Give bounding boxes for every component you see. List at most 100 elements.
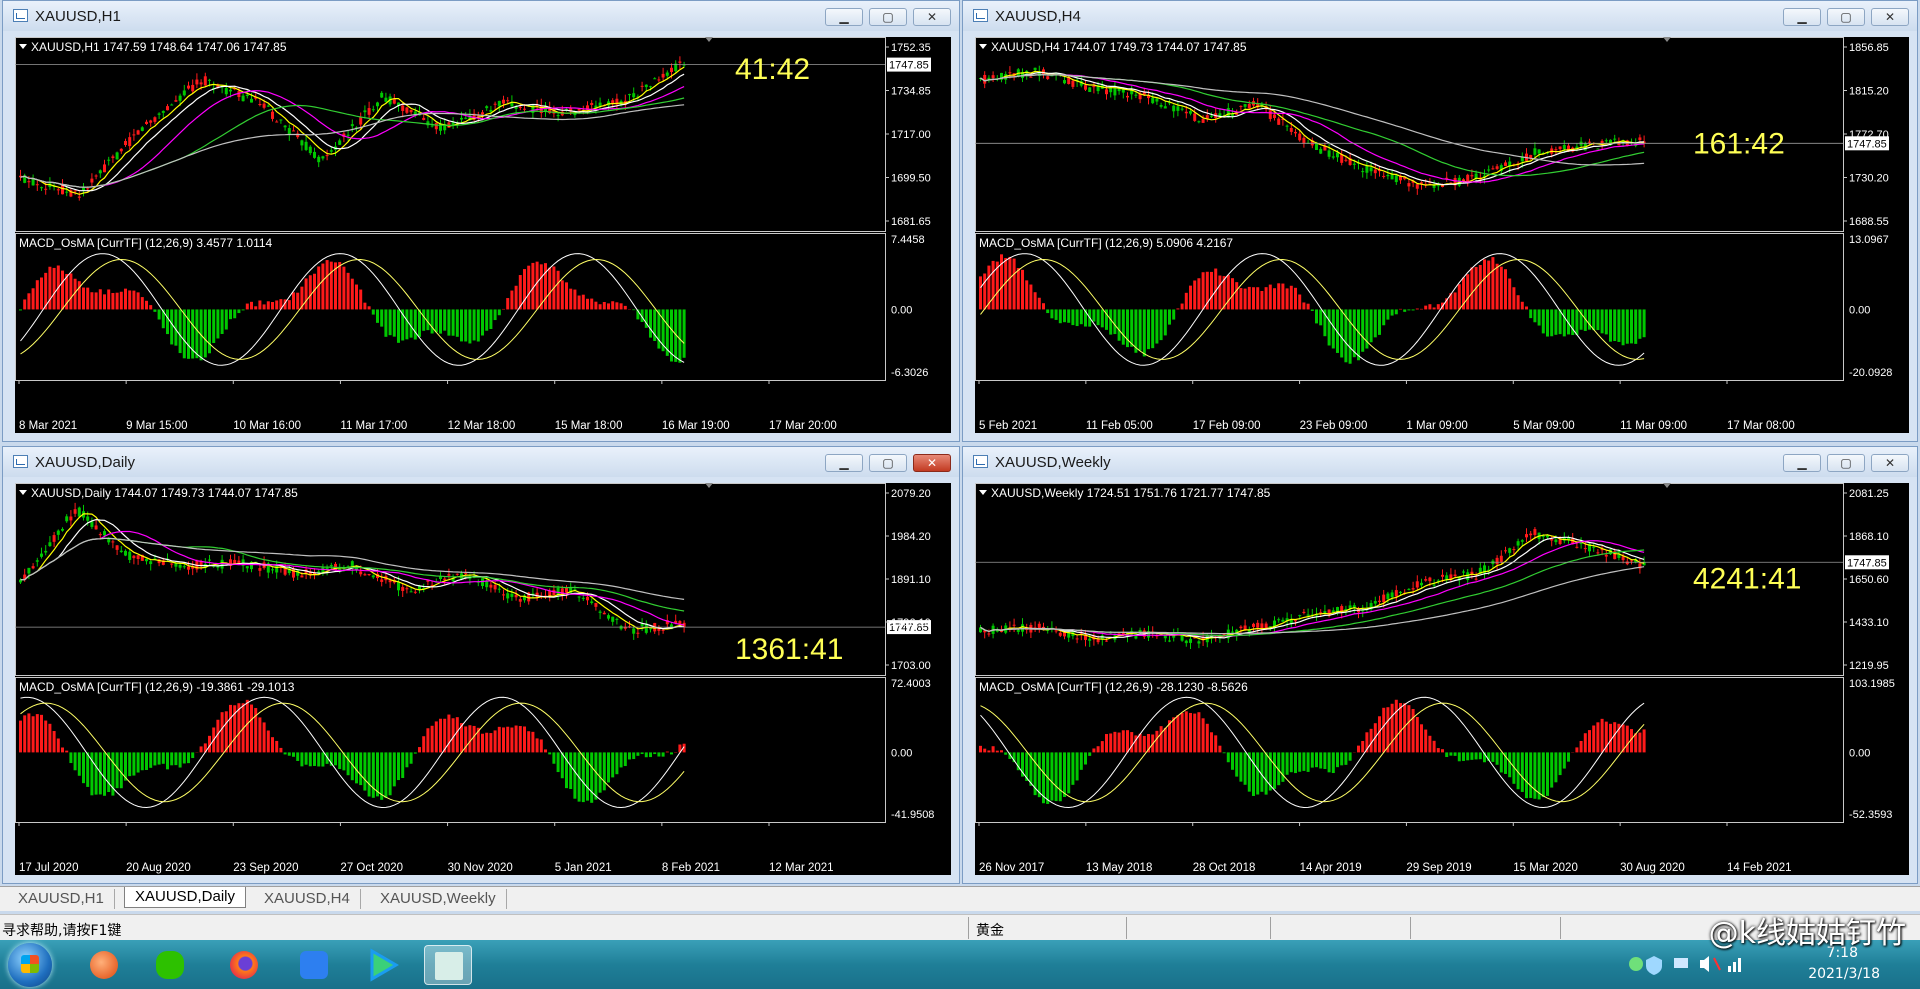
swirl-app-icon[interactable] bbox=[80, 945, 128, 985]
tab-xauusd-h4[interactable]: XAUUSD,H4 bbox=[254, 889, 361, 909]
candle-body bbox=[1210, 115, 1213, 117]
macd-histogram-bar bbox=[1613, 309, 1617, 342]
macd-histogram-bar bbox=[1357, 309, 1360, 361]
candle-body bbox=[670, 67, 673, 73]
macd-histogram-bar bbox=[119, 752, 123, 789]
macd-histogram-bar bbox=[1470, 267, 1474, 310]
header-dropdown-icon[interactable] bbox=[979, 44, 987, 49]
candle-body bbox=[401, 105, 405, 111]
candle-body bbox=[991, 75, 995, 79]
macd-histogram-bar bbox=[1415, 308, 1419, 310]
window-titlebar[interactable]: XAUUSD,Weekly ▁ ▢ ✕ bbox=[963, 447, 1917, 477]
maximize-button[interactable]: ▢ bbox=[1827, 454, 1865, 472]
macd-histogram-bar bbox=[527, 731, 531, 753]
macd-histogram-bar bbox=[1453, 292, 1457, 310]
macd-histogram-bar bbox=[514, 725, 518, 753]
candle-body bbox=[1470, 175, 1474, 177]
firefox-icon[interactable] bbox=[220, 945, 268, 985]
minimize-button[interactable]: ▁ bbox=[1783, 454, 1821, 472]
macd-histogram-bar bbox=[279, 747, 283, 753]
price-tick-label: 1219.95 bbox=[1849, 660, 1889, 672]
price-tick-label: 1717.00 bbox=[891, 129, 931, 141]
minimize-button[interactable]: ▁ bbox=[1783, 8, 1821, 26]
candle-body bbox=[1189, 638, 1192, 643]
maximize-button[interactable]: ▢ bbox=[869, 8, 907, 26]
windows-start-icon[interactable] bbox=[8, 943, 52, 987]
chart-area[interactable]: XAUUSD,H4 1744.07 1749.73 1744.07 1747.8… bbox=[975, 37, 1909, 433]
window-titlebar[interactable]: XAUUSD,Daily ▁ ▢ ✕ bbox=[3, 447, 959, 477]
status-divider bbox=[1560, 917, 1561, 939]
candle-body bbox=[283, 568, 287, 575]
candle-body bbox=[203, 76, 207, 86]
chart-area[interactable]: XAUUSD,H1 1747.59 1748.64 1747.06 1747.8… bbox=[15, 37, 951, 433]
macd-histogram-bar bbox=[1294, 752, 1297, 774]
candle-body bbox=[1390, 592, 1394, 598]
macd-histogram-bar bbox=[401, 752, 405, 778]
status-divider bbox=[968, 917, 969, 939]
close-button[interactable]: ✕ bbox=[913, 454, 951, 472]
macd-histogram-bar bbox=[493, 730, 497, 753]
macd-histogram-bar bbox=[250, 704, 253, 753]
macd-histogram-bar bbox=[1071, 309, 1075, 326]
time-tick-label: 17 Jul 2020 bbox=[19, 862, 78, 874]
chart-window[interactable]: XAUUSD,H4 ▁ ▢ ✕ XAUUSD,H4 1744.07 1749.73 17… bbox=[962, 0, 1918, 442]
macd-header: MACD_OsMA [CurrTF] (12,26,9) 3.4577 1.01… bbox=[19, 236, 273, 250]
tab-xauusd-h1[interactable]: XAUUSD,H1 bbox=[8, 889, 115, 909]
chart-window[interactable]: XAUUSD,H1 ▁ ▢ ✕ XAUUSD,H1 1747.59 1748.64 17… bbox=[2, 0, 960, 442]
window-titlebar[interactable]: XAUUSD,H1 ▁ ▢ ✕ bbox=[3, 1, 959, 31]
clock-date[interactable]: 2021/3/18 bbox=[1808, 966, 1880, 982]
macd-histogram-bar bbox=[258, 717, 262, 753]
candle-body bbox=[363, 110, 367, 113]
wechat-icon[interactable] bbox=[146, 945, 194, 985]
window-titlebar[interactable]: XAUUSD,H4 ▁ ▢ ✕ bbox=[963, 1, 1917, 31]
macd-histogram-bar bbox=[1478, 264, 1482, 310]
macd-histogram-bar bbox=[1411, 309, 1415, 311]
tab-xauusd-weekly[interactable]: XAUUSD,Weekly bbox=[370, 889, 507, 909]
terminal-icon[interactable] bbox=[424, 945, 472, 985]
macd-histogram-bar bbox=[548, 267, 552, 310]
candle-body bbox=[317, 156, 321, 163]
macd-histogram-bar bbox=[115, 752, 119, 789]
system-tray-icons[interactable] bbox=[1628, 952, 1778, 978]
close-button[interactable]: ✕ bbox=[913, 8, 951, 26]
chart-window[interactable]: XAUUSD,Daily ▁ ▢ ✕ XAUUSD,Daily 1744.07 1749… bbox=[2, 446, 960, 884]
macd-histogram-bar bbox=[615, 302, 619, 310]
maximize-button[interactable]: ▢ bbox=[869, 454, 907, 472]
macd-histogram-bar bbox=[447, 309, 451, 336]
pen-icon[interactable] bbox=[290, 945, 338, 985]
macd-histogram-bar bbox=[548, 752, 552, 755]
minimize-button[interactable]: ▁ bbox=[825, 454, 863, 472]
candle-body bbox=[187, 85, 190, 89]
tab-xauusd-daily[interactable]: XAUUSD,Daily bbox=[124, 887, 247, 908]
play-icon[interactable] bbox=[358, 945, 406, 985]
candle-body bbox=[27, 181, 31, 183]
candle-body bbox=[590, 601, 594, 604]
candle-body bbox=[1138, 629, 1142, 632]
close-button[interactable]: ✕ bbox=[1871, 8, 1909, 26]
candle-body bbox=[1546, 535, 1549, 538]
header-dropdown-icon[interactable] bbox=[19, 490, 27, 495]
macd-histogram-bar bbox=[149, 305, 153, 310]
header-dropdown-icon[interactable] bbox=[979, 490, 987, 495]
macd-tick-label: -20.0928 bbox=[1849, 367, 1892, 379]
minimize-button[interactable]: ▁ bbox=[825, 8, 863, 26]
time-tick-label: 11 Feb 05:00 bbox=[1086, 420, 1153, 432]
macd-histogram-bar bbox=[258, 300, 262, 310]
chart-area[interactable]: XAUUSD,Weekly 1724.51 1751.76 1721.77 17… bbox=[975, 483, 1909, 875]
macd-histogram-bar bbox=[581, 294, 585, 310]
candle-body bbox=[1592, 546, 1596, 548]
header-dropdown-icon[interactable] bbox=[19, 44, 27, 49]
maximize-button[interactable]: ▢ bbox=[1827, 8, 1865, 26]
macd-histogram-bar bbox=[313, 752, 316, 766]
macd-histogram-bar bbox=[1466, 752, 1470, 761]
macd-histogram-bar bbox=[48, 266, 52, 310]
chart-area[interactable]: XAUUSD,Daily 1744.07 1749.73 1744.07 174… bbox=[15, 483, 951, 875]
macd-histogram-bar bbox=[1256, 752, 1260, 795]
candle-body bbox=[628, 94, 631, 96]
chart-window[interactable]: XAUUSD,Weekly ▁ ▢ ✕ XAUUSD,Weekly 1724.51 17… bbox=[962, 446, 1918, 884]
time-tick-label: 5 Feb 2021 bbox=[979, 420, 1037, 432]
close-button[interactable]: ✕ bbox=[1871, 454, 1909, 472]
macd-histogram-bar bbox=[1533, 309, 1537, 323]
macd-histogram-bar bbox=[995, 750, 999, 753]
candle-body bbox=[94, 175, 98, 177]
